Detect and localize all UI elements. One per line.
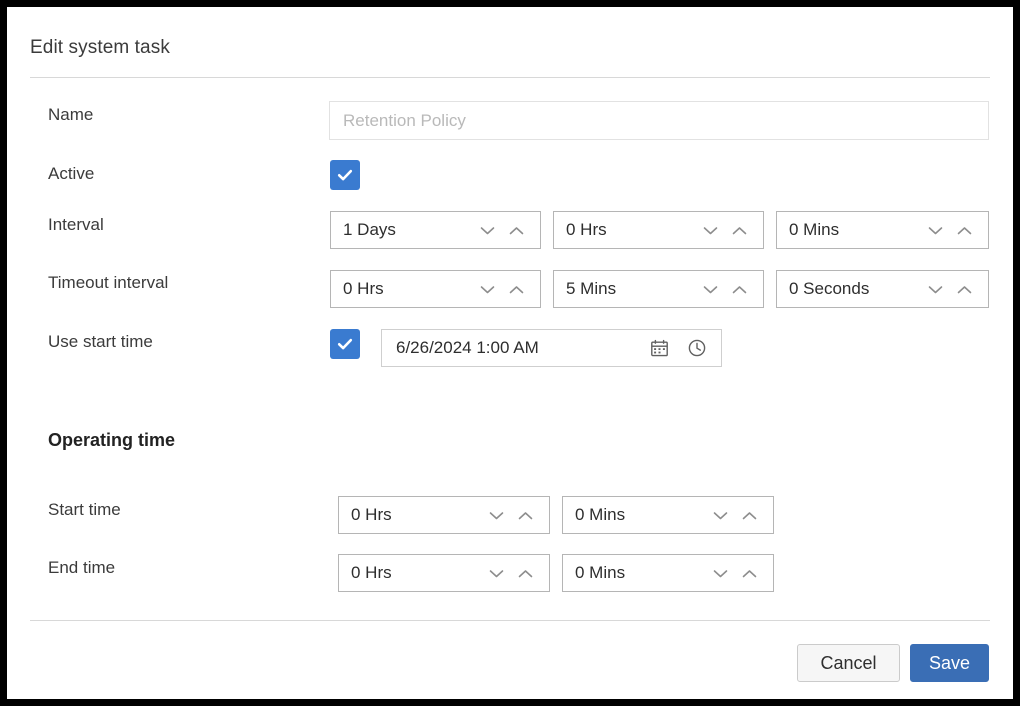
start-time-minutes-arrows	[713, 511, 773, 520]
operating-time-heading: Operating time	[48, 430, 176, 450]
check-icon	[337, 169, 353, 181]
timeout-seconds-spinner[interactable]: 0 Seconds	[776, 270, 989, 308]
timeout-minutes-arrows	[703, 285, 763, 294]
end-time-hours-arrows	[489, 569, 549, 578]
interval-hours-value: 0 Hrs	[566, 220, 607, 239]
label-name: Name	[48, 105, 94, 124]
screen: Edit system task Name Retention Policy A…	[0, 0, 1020, 706]
chevron-up-icon[interactable]	[518, 569, 533, 578]
start-datetime-value: 6/26/2024 1:00 AM	[396, 338, 539, 357]
chevron-down-icon[interactable]	[480, 226, 495, 235]
chevron-up-icon[interactable]	[957, 226, 972, 235]
chevron-up-icon[interactable]	[742, 569, 757, 578]
label-end-time: End time	[48, 558, 116, 577]
start-time-hours-value: 0 Hrs	[351, 505, 392, 524]
end-time-hours-spinner[interactable]: 0 Hrs	[338, 554, 550, 592]
datetime-icon-group	[650, 338, 721, 358]
start-time-hours-arrows	[489, 511, 549, 520]
chevron-up-icon[interactable]	[732, 226, 747, 235]
chevron-up-icon[interactable]	[509, 226, 524, 235]
chevron-down-icon[interactable]	[703, 226, 718, 235]
chevron-up-icon[interactable]	[732, 285, 747, 294]
calendar-icon[interactable]	[650, 339, 669, 358]
timeout-seconds-value: 0 Seconds	[789, 279, 870, 298]
name-input[interactable]: Retention Policy	[329, 101, 989, 140]
chevron-down-icon[interactable]	[928, 226, 943, 235]
chevron-down-icon[interactable]	[713, 511, 728, 520]
label-start-time: Start time	[48, 500, 121, 519]
timeout-minutes-spinner[interactable]: 5 Mins	[553, 270, 764, 308]
end-time-hours-value: 0 Hrs	[351, 563, 392, 582]
timeout-minutes-value: 5 Mins	[566, 279, 617, 298]
interval-days-value: 1 Days	[343, 220, 396, 239]
timeout-hours-value: 0 Hrs	[343, 279, 384, 298]
interval-hours-spinner[interactable]: 0 Hrs	[553, 211, 764, 249]
interval-hours-arrows	[703, 226, 763, 235]
end-time-minutes-arrows	[713, 569, 773, 578]
label-active: Active	[48, 164, 95, 183]
cancel-button[interactable]: Cancel	[797, 644, 900, 682]
start-time-hours-spinner[interactable]: 0 Hrs	[338, 496, 550, 534]
chevron-up-icon[interactable]	[518, 511, 533, 520]
save-button[interactable]: Save	[910, 644, 989, 682]
label-interval: Interval	[48, 215, 104, 234]
chevron-down-icon[interactable]	[480, 285, 495, 294]
chevron-down-icon[interactable]	[713, 569, 728, 578]
chevron-up-icon[interactable]	[957, 285, 972, 294]
footer-divider	[30, 620, 990, 621]
timeout-hours-spinner[interactable]: 0 Hrs	[330, 270, 541, 308]
chevron-up-icon[interactable]	[742, 511, 757, 520]
use-start-time-checkbox[interactable]	[330, 329, 360, 359]
start-time-minutes-spinner[interactable]: 0 Mins	[562, 496, 774, 534]
interval-days-arrows	[480, 226, 540, 235]
label-use-start-time: Use start time	[48, 332, 153, 351]
chevron-down-icon[interactable]	[928, 285, 943, 294]
header-divider	[30, 77, 990, 78]
chevron-down-icon[interactable]	[489, 511, 504, 520]
chevron-down-icon[interactable]	[703, 285, 718, 294]
start-time-minutes-value: 0 Mins	[575, 505, 626, 524]
clock-icon[interactable]	[687, 338, 707, 358]
chevron-down-icon[interactable]	[489, 569, 504, 578]
label-timeout-interval: Timeout interval	[48, 273, 169, 292]
start-datetime-input[interactable]: 6/26/2024 1:00 AM	[381, 329, 722, 367]
active-checkbox[interactable]	[330, 160, 360, 190]
interval-minutes-spinner[interactable]: 0 Mins	[776, 211, 989, 249]
interval-minutes-value: 0 Mins	[789, 220, 840, 239]
name-input-value: Retention Policy	[343, 110, 466, 130]
timeout-hours-arrows	[480, 285, 540, 294]
edit-system-task-dialog: Edit system task Name Retention Policy A…	[7, 7, 1013, 699]
interval-days-spinner[interactable]: 1 Days	[330, 211, 541, 249]
chevron-up-icon[interactable]	[509, 285, 524, 294]
end-time-minutes-spinner[interactable]: 0 Mins	[562, 554, 774, 592]
check-icon	[337, 338, 353, 350]
dialog-title: Edit system task	[30, 37, 170, 58]
end-time-minutes-value: 0 Mins	[575, 563, 626, 582]
timeout-seconds-arrows	[928, 285, 988, 294]
interval-minutes-arrows	[928, 226, 988, 235]
